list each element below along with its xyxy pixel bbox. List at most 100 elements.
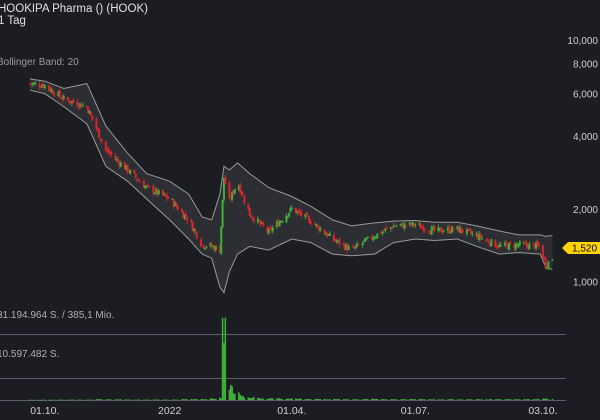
candle-body	[233, 189, 236, 194]
candle-body	[544, 258, 547, 269]
volume-bar	[110, 399, 113, 401]
y-tick-label: 10,000	[567, 36, 598, 47]
y-tick-label: 6,000	[573, 90, 598, 101]
candle-body	[203, 248, 206, 250]
candle-body	[43, 84, 46, 89]
candle-body	[353, 247, 356, 249]
candle-body	[91, 115, 94, 120]
candle-body	[365, 238, 368, 240]
candle-body	[391, 227, 394, 229]
volume-bar	[481, 399, 483, 400]
candle-body	[114, 156, 117, 160]
candle-body	[376, 233, 379, 239]
candle-body	[300, 212, 303, 216]
volume-bar	[272, 398, 274, 400]
candle-body	[195, 232, 198, 239]
candle-body	[267, 229, 270, 234]
volume-bar	[300, 399, 303, 400]
candle-body	[53, 94, 56, 96]
candle-body	[186, 218, 189, 221]
candle-body	[240, 190, 243, 195]
candle-body	[507, 242, 510, 250]
volume-bar	[262, 398, 265, 400]
candle-body	[448, 226, 451, 233]
volume-level-label-low: 10.597.482 S.	[0, 349, 59, 360]
candle-body	[66, 97, 69, 100]
candle-body	[205, 246, 208, 248]
candle-body	[76, 101, 79, 107]
chart-title: HOOKIPA Pharma () (HOOK)	[0, 3, 148, 15]
candle-body	[104, 141, 107, 150]
candle-body	[323, 229, 326, 234]
candle-body	[427, 231, 430, 233]
candle-body	[381, 231, 384, 234]
candle-body	[180, 209, 183, 212]
candle-body	[551, 259, 554, 261]
x-tick-label: 01.04.	[277, 405, 306, 417]
candle-body	[145, 185, 148, 187]
volume-bar	[177, 399, 179, 401]
volume-bar	[443, 399, 445, 400]
candle-body	[487, 240, 490, 243]
volume-bar	[139, 399, 141, 401]
candle-body	[157, 190, 160, 195]
candle-body	[194, 230, 197, 232]
candle-body	[58, 90, 61, 97]
candle-body	[528, 243, 531, 250]
candle-body	[77, 107, 80, 109]
candle-body	[334, 239, 337, 242]
volume-bar	[538, 399, 540, 400]
volume-level-label-high: 31.194.964 S. / 385,1 Mio.	[0, 310, 114, 321]
volume-bar	[310, 399, 312, 400]
candle-body	[361, 243, 364, 246]
candle-body	[290, 207, 293, 209]
candle-body	[328, 233, 331, 236]
volume-bar	[462, 399, 464, 401]
candle-body	[100, 140, 103, 142]
candle-body	[133, 169, 136, 174]
candle-body	[138, 181, 141, 183]
x-tick-label: 2022	[158, 405, 182, 417]
candle-body	[152, 185, 155, 194]
candle-body	[228, 182, 231, 198]
candle-body	[134, 174, 137, 178]
stock-chart: 1,000 2,000 4,000 6,000 8,000 10,000 01.10. 20…	[0, 0, 600, 420]
volume-bar	[158, 399, 160, 401]
volume-bar	[215, 398, 217, 400]
volume-bar	[357, 399, 360, 400]
volume-bar	[53, 399, 56, 401]
volume-bar	[519, 399, 521, 400]
volume-bar	[509, 399, 512, 400]
volume-bar	[405, 399, 407, 400]
volume-bar	[167, 399, 170, 401]
candle-body	[95, 118, 98, 129]
candle-body	[518, 241, 521, 245]
volume-bar	[43, 399, 46, 401]
candle-body	[385, 227, 388, 229]
volume-bar	[205, 399, 208, 400]
candle-body	[452, 228, 455, 230]
volume-bar	[500, 399, 502, 400]
candle-body	[509, 242, 512, 244]
candle-body	[305, 212, 308, 216]
candle-body	[395, 225, 398, 227]
volume-bar	[196, 399, 198, 400]
x-tick-label: 01.07.	[401, 405, 430, 417]
candle-body	[220, 226, 223, 254]
volume-bar	[452, 399, 455, 400]
volume-bar	[329, 399, 331, 400]
volume-bar	[100, 399, 103, 400]
candle-body	[449, 232, 452, 234]
candle-body	[137, 179, 140, 181]
candle-body	[479, 233, 482, 239]
candle-body	[351, 246, 354, 248]
last-price-badge: 1,520	[562, 242, 600, 255]
volume-bar	[471, 399, 474, 401]
volume-bar	[281, 398, 284, 400]
candle-body	[221, 199, 224, 228]
candle-body	[81, 104, 84, 107]
candle-body	[224, 177, 227, 184]
candle-body	[307, 215, 310, 218]
candle-body	[153, 193, 156, 195]
candle-body	[366, 236, 369, 238]
